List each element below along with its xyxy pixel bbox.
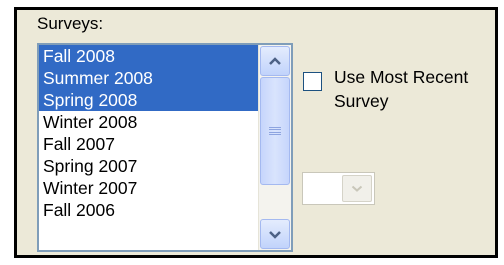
vertical-scrollbar[interactable] xyxy=(258,45,291,250)
surveys-label: Surveys: xyxy=(37,14,104,33)
list-item[interactable]: Fall 2008 xyxy=(39,45,261,67)
dropdown-button[interactable] xyxy=(342,175,372,202)
surveys-list-items: Fall 2008 Summer 2008 Spring 2008 Winter… xyxy=(39,45,261,221)
list-item[interactable]: Summer 2008 xyxy=(39,67,261,89)
surveys-listbox[interactable]: Fall 2008 Summer 2008 Spring 2008 Winter… xyxy=(37,43,293,252)
scroll-up-button[interactable] xyxy=(260,46,290,76)
use-most-recent-label[interactable]: Use Most Recent Survey xyxy=(334,65,504,113)
list-item[interactable]: Winter 2007 xyxy=(39,177,261,199)
grip-icon xyxy=(269,126,281,136)
use-most-recent-checkbox[interactable] xyxy=(303,72,322,91)
scroll-down-button[interactable] xyxy=(260,219,290,249)
list-item[interactable]: Winter 2008 xyxy=(39,111,261,133)
chevron-up-icon xyxy=(269,56,281,65)
surveys-panel: Surveys: Fall 2008 Summer 2008 Spring 20… xyxy=(14,7,498,258)
list-item[interactable]: Spring 2008 xyxy=(39,89,261,111)
list-item[interactable]: Fall 2006 xyxy=(39,199,261,221)
chevron-down-icon xyxy=(269,230,281,239)
survey-dropdown[interactable] xyxy=(302,172,375,205)
list-item[interactable]: Spring 2007 xyxy=(39,155,261,177)
scroll-thumb[interactable] xyxy=(260,77,290,185)
chevron-down-icon xyxy=(351,185,363,192)
list-item[interactable]: Fall 2007 xyxy=(39,133,261,155)
